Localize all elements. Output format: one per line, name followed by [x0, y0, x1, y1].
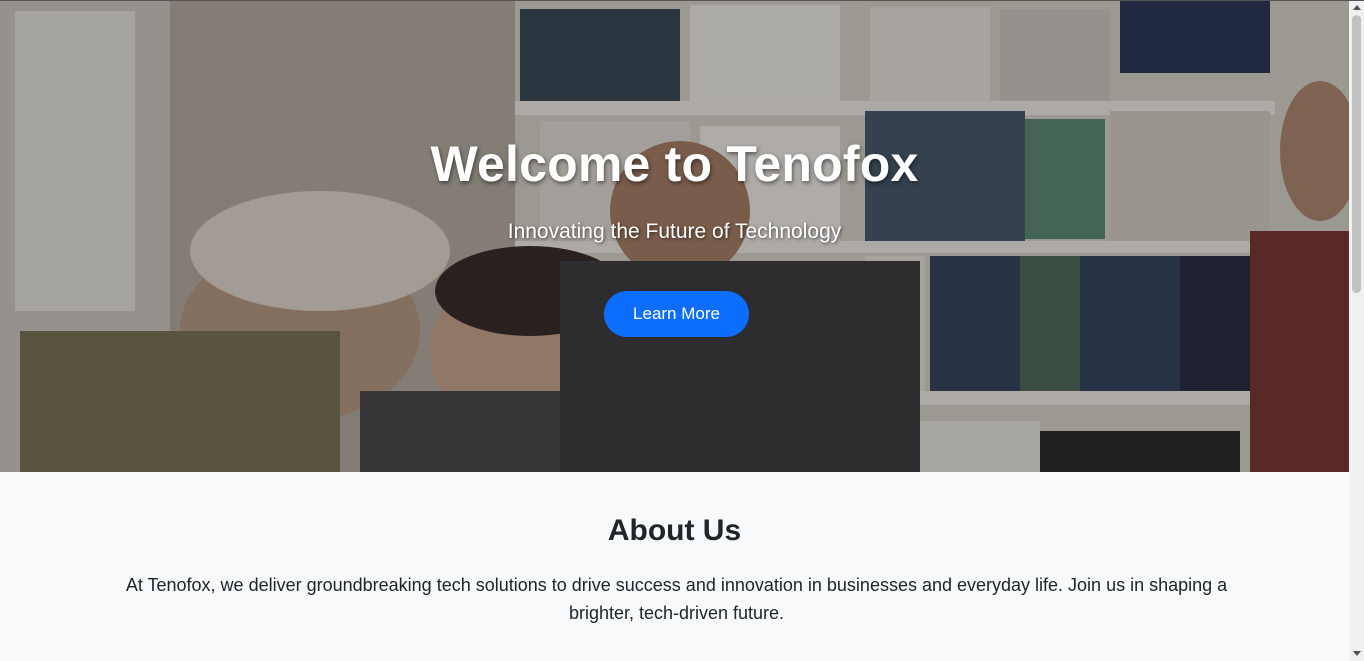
hero-section: Welcome to Tenofox Innovating the Future…: [0, 1, 1349, 472]
learn-more-button[interactable]: Learn More: [604, 291, 749, 337]
chevron-down-icon[interactable]: [1349, 646, 1364, 661]
about-title: About Us: [607, 514, 742, 547]
browser-top-border: [0, 0, 1364, 1]
hero-subtitle: Innovating the Future of Technology: [507, 220, 842, 243]
page-scrollbar[interactable]: [1349, 0, 1364, 661]
hero-title: Welcome to Tenofox: [430, 136, 919, 192]
about-section: About Us At Tenofox, we deliver groundbr…: [0, 472, 1349, 661]
chevron-up-icon[interactable]: [1349, 0, 1364, 15]
hero-content: Welcome to Tenofox Innovating the Future…: [0, 1, 1349, 472]
about-text: At Tenofox, we deliver groundbreaking te…: [125, 575, 1228, 623]
scrollbar-thumb[interactable]: [1352, 15, 1361, 293]
